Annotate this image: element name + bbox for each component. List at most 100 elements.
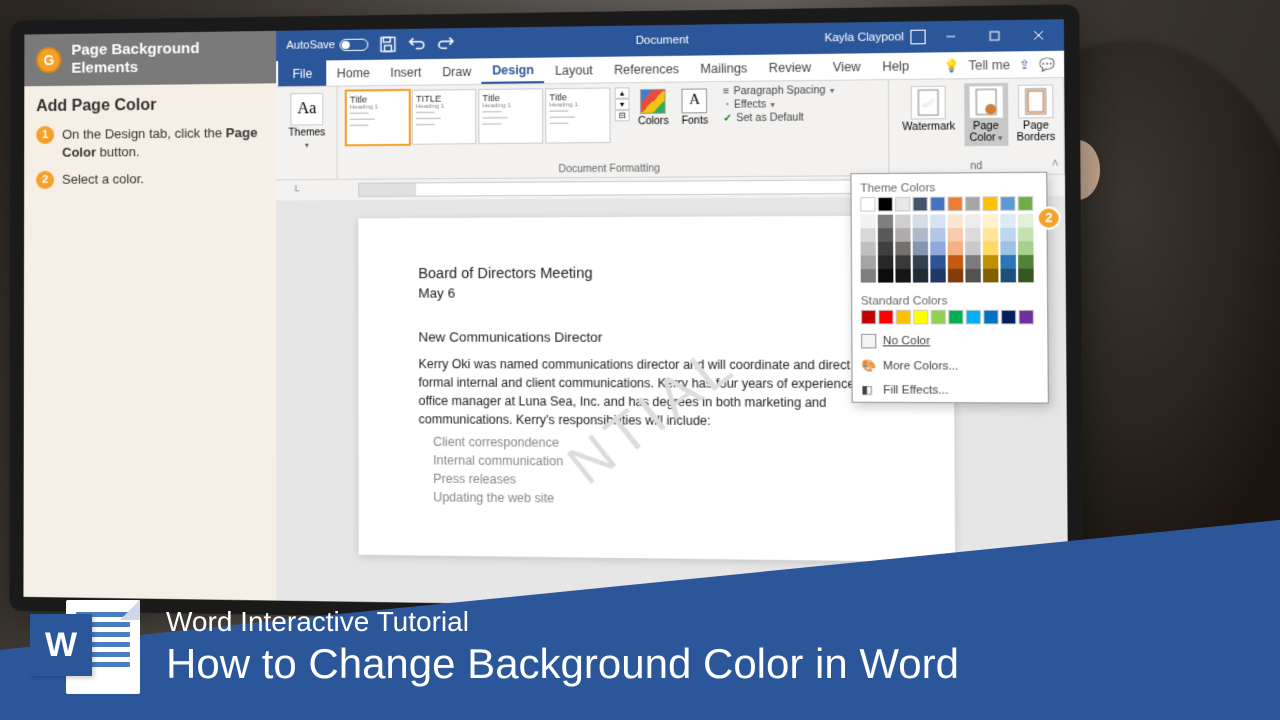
color-swatch[interactable] xyxy=(895,242,910,256)
doc-list-item[interactable]: Client correspondence xyxy=(433,435,891,452)
color-swatch[interactable] xyxy=(965,269,980,283)
tab-mailings[interactable]: Mailings xyxy=(690,55,759,82)
color-swatch[interactable] xyxy=(895,215,910,229)
tab-design[interactable]: Design xyxy=(482,58,545,84)
color-swatch[interactable] xyxy=(1000,228,1016,242)
undo-icon[interactable] xyxy=(407,35,426,54)
color-swatch[interactable] xyxy=(930,197,945,212)
color-swatch[interactable] xyxy=(860,197,875,212)
color-swatch[interactable] xyxy=(983,255,998,269)
color-swatch[interactable] xyxy=(878,197,893,212)
collapse-ribbon-icon[interactable]: ˄ xyxy=(1052,158,1059,170)
style-preset[interactable]: TitleHeading 1━━━━━━━━━━━━━━━━━━━━ xyxy=(545,88,610,144)
color-swatch[interactable] xyxy=(861,255,876,269)
color-swatch[interactable] xyxy=(948,255,963,269)
color-swatch[interactable] xyxy=(1018,228,1034,242)
color-swatch[interactable] xyxy=(861,310,876,325)
doc-list-item[interactable]: Updating the web site xyxy=(433,490,891,509)
tell-me[interactable]: Tell me xyxy=(968,57,1010,72)
color-swatch[interactable] xyxy=(895,197,910,212)
color-swatch[interactable] xyxy=(931,310,946,325)
color-swatch[interactable] xyxy=(930,228,945,242)
color-swatch[interactable] xyxy=(948,310,963,325)
themes-button[interactable]: Aa Themes ▾ xyxy=(284,91,329,152)
maximize-button[interactable] xyxy=(976,20,1014,52)
color-swatch[interactable] xyxy=(1018,269,1034,283)
color-swatch[interactable] xyxy=(930,242,945,256)
color-swatch[interactable] xyxy=(1018,310,1034,325)
color-swatch[interactable] xyxy=(878,255,893,269)
color-swatch[interactable] xyxy=(1001,310,1017,325)
color-swatch[interactable] xyxy=(1018,241,1034,255)
tab-home[interactable]: Home xyxy=(327,60,381,86)
color-swatch[interactable] xyxy=(860,228,875,242)
color-swatch[interactable] xyxy=(913,242,928,256)
color-swatch[interactable] xyxy=(930,214,945,228)
share-icon[interactable]: ⇪ xyxy=(1019,57,1030,72)
color-swatch[interactable] xyxy=(878,215,893,229)
doc-date[interactable]: May 6 xyxy=(418,285,890,301)
color-swatch[interactable] xyxy=(895,255,910,269)
color-swatch[interactable] xyxy=(860,215,875,229)
gallery-expand[interactable]: ▴▾⊟ xyxy=(615,87,630,121)
color-swatch[interactable] xyxy=(1001,269,1017,283)
tab-review[interactable]: Review xyxy=(758,54,822,81)
style-preset[interactable]: TitleHeading 1━━━━━━━━━━━━━━━━━━━━ xyxy=(478,88,543,144)
close-button[interactable] xyxy=(1020,19,1058,51)
autosave-toggle[interactable]: AutoSave xyxy=(286,39,368,52)
color-swatch[interactable] xyxy=(913,228,928,242)
fonts-button[interactable]: A Fonts xyxy=(677,86,712,129)
color-swatch[interactable] xyxy=(1000,255,1016,269)
color-swatch[interactable] xyxy=(983,214,998,228)
doc-list-item[interactable]: Press releases xyxy=(433,472,891,490)
color-swatch[interactable] xyxy=(948,214,963,228)
colors-button[interactable]: Colors xyxy=(634,87,673,130)
color-swatch[interactable] xyxy=(896,310,911,325)
color-swatch[interactable] xyxy=(982,196,997,211)
more-colors-option[interactable]: 🎨 More Colors... xyxy=(852,354,1047,379)
color-swatch[interactable] xyxy=(965,214,980,228)
color-swatch[interactable] xyxy=(983,310,998,325)
redo-icon[interactable] xyxy=(436,34,455,53)
minimize-button[interactable] xyxy=(932,21,969,53)
page-borders-button[interactable]: Page Borders xyxy=(1012,82,1060,145)
color-swatch[interactable] xyxy=(912,197,927,212)
color-swatch[interactable] xyxy=(965,196,980,211)
tab-layout[interactable]: Layout xyxy=(544,57,603,83)
color-swatch[interactable] xyxy=(948,228,963,242)
tab-references[interactable]: References xyxy=(603,56,689,83)
paragraph-spacing-button[interactable]: ≡ Paragraph Spacing ▾ xyxy=(723,85,834,98)
color-swatch[interactable] xyxy=(878,310,893,325)
color-swatch[interactable] xyxy=(1018,214,1034,228)
color-swatch[interactable] xyxy=(930,269,945,283)
tab-draw[interactable]: Draw xyxy=(432,58,482,84)
color-swatch[interactable] xyxy=(983,269,998,283)
doc-heading[interactable]: Board of Directors Meeting xyxy=(418,264,890,282)
color-swatch[interactable] xyxy=(1018,196,1034,211)
color-swatch[interactable] xyxy=(947,196,962,211)
color-swatch[interactable] xyxy=(913,214,928,228)
color-swatch[interactable] xyxy=(895,228,910,242)
color-swatch[interactable] xyxy=(965,255,980,269)
color-swatch[interactable] xyxy=(1000,214,1016,228)
watermark-button[interactable]: TEXT Watermark xyxy=(898,83,960,135)
save-icon[interactable] xyxy=(378,35,397,54)
style-gallery[interactable]: TitleHeading 1━━━━━━━━━━━━━━━━━━━━TITLEH… xyxy=(346,88,611,146)
color-swatch[interactable] xyxy=(878,242,893,256)
color-swatch[interactable] xyxy=(913,269,928,283)
color-swatch[interactable] xyxy=(1000,241,1016,255)
effects-button[interactable]: ◔ Effects ▾ xyxy=(723,98,834,111)
tab-help[interactable]: Help xyxy=(871,53,920,80)
set-default-button[interactable]: ✓ Set as Default xyxy=(723,112,834,125)
color-swatch[interactable] xyxy=(948,242,963,256)
color-swatch[interactable] xyxy=(1018,255,1034,269)
doc-list-item[interactable]: Internal communication xyxy=(433,453,891,471)
color-swatch[interactable] xyxy=(930,255,945,269)
style-preset[interactable]: TitleHeading 1━━━━━━━━━━━━━━━━━━━━ xyxy=(346,90,410,145)
color-swatch[interactable] xyxy=(948,269,963,283)
color-swatch[interactable] xyxy=(965,241,980,255)
color-swatch[interactable] xyxy=(913,255,928,269)
color-swatch[interactable] xyxy=(983,241,998,255)
color-swatch[interactable] xyxy=(878,228,893,242)
page-color-button[interactable]: Page Color ▾ xyxy=(964,83,1008,146)
